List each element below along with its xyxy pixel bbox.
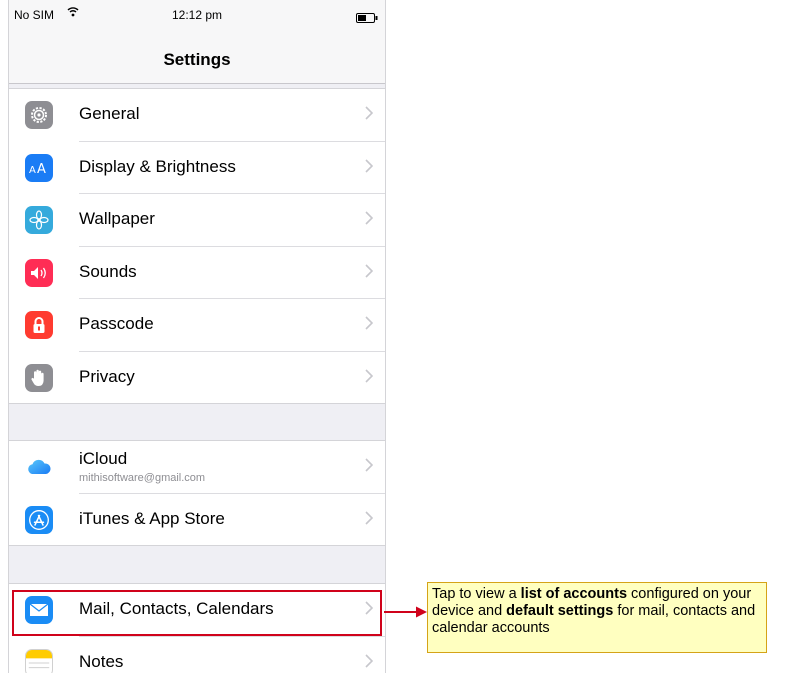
page-title: Settings [163, 50, 231, 69]
settings-row-sounds[interactable]: Sounds [9, 247, 385, 300]
settings-group-accounts: iCloud mithisoftware@gmail.com iTunes & … [9, 440, 385, 546]
settings-row-general[interactable]: General [9, 89, 385, 142]
svg-text:A: A [37, 162, 46, 175]
speaker-icon [25, 258, 53, 287]
callout-arrow-icon [384, 606, 427, 618]
clock-time: 12:12 pm [171, 8, 223, 22]
settings-group-main: General A A Display & Brightness Wallpap… [9, 88, 385, 404]
settings-row-display-brightness[interactable]: A A Display & Brightness [9, 142, 385, 195]
flower-icon [25, 206, 53, 234]
settings-row-notes[interactable]: Notes [9, 637, 385, 673]
chevron-right-icon [365, 458, 374, 477]
chevron-right-icon [365, 653, 374, 673]
callout-bold-accounts: list of accounts [520, 586, 628, 602]
battery-icon [356, 10, 378, 28]
settings-row-wallpaper[interactable]: Wallpaper [9, 194, 385, 247]
settings-row-label: iCloud [79, 449, 128, 468]
chevron-right-icon [365, 368, 374, 388]
settings-row-icloud[interactable]: iCloud mithisoftware@gmail.com [9, 441, 385, 494]
lock-icon [25, 311, 53, 339]
chevron-right-icon [365, 158, 374, 178]
callout-note: Tap to view a list of accounts configure… [427, 582, 767, 653]
settings-row-label: Privacy [79, 366, 135, 386]
settings-row-label: Passcode [79, 314, 154, 333]
gear-icon [25, 101, 53, 129]
account-email: mithisoftware@gmail.com [79, 472, 206, 484]
nav-bar: Settings [9, 34, 385, 84]
chevron-right-icon [365, 510, 374, 530]
settings-row-privacy[interactable]: Privacy [9, 352, 385, 405]
app-store-icon [25, 505, 53, 534]
settings-row-passcode[interactable]: Passcode [9, 299, 385, 352]
cloud-icon [25, 453, 53, 481]
svg-text:A: A [29, 165, 36, 175]
hand-icon [25, 363, 53, 392]
highlight-box [12, 590, 382, 636]
chevron-right-icon [365, 263, 374, 283]
settings-row-label: iTunes & App Store [79, 508, 225, 528]
callout-bold-defaults: default settings [506, 603, 614, 619]
settings-row-label: General [79, 104, 140, 123]
settings-row-label: Display & Brightness [79, 156, 236, 176]
chevron-right-icon [365, 211, 374, 230]
settings-screen: No SIM 12:12 pm Settings General A A Dis… [8, 0, 386, 673]
status-bar: No SIM 12:12 pm [9, 0, 385, 34]
settings-row-itunes-app-store[interactable]: iTunes & App Store [9, 494, 385, 547]
chevron-right-icon [365, 316, 374, 335]
chevron-right-icon [365, 106, 374, 125]
settings-row-label: Notes [79, 651, 124, 671]
text-size-icon: A A [25, 153, 53, 182]
notes-icon [25, 648, 53, 673]
callout-text: Tap to view a [432, 586, 521, 602]
settings-row-label: Sounds [79, 261, 137, 281]
settings-row-label: Wallpaper [79, 209, 155, 228]
